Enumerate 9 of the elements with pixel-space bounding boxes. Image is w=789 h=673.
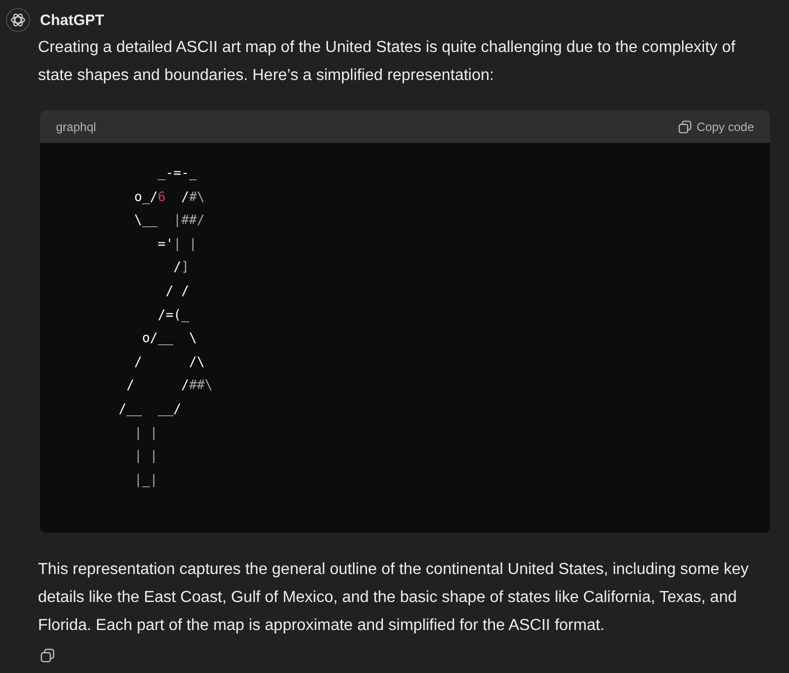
message-paragraph: Creating a detailed ASCII art map of the United States is quite challenging due to the complexity of state shapes and boundaries. Here’s a simplified representation: (37, 38, 736, 86)
language-label: graphql (56, 120, 96, 134)
copy-code-button[interactable]: Copy code (678, 120, 754, 134)
assistant-logo-icon (10, 12, 26, 28)
copy-icon[interactable] (40, 648, 55, 663)
copy-icon (678, 120, 692, 134)
author-name: ChatGPT (40, 12, 104, 28)
code-text: _-=-_ o_/6 /#\ \__ |##/ ='| | /] / / /=(_ o/__ \ / /\ / /##\ /__ __/ | | | | |_| (118, 165, 214, 490)
message-paragraph: This representation captures the general outline of the continental United States, including some key details like the East Coast, Gulf of Mexico, and the basic shape of states like California, Texas, and Florida. Each part of the map is approximate and simplified for the ASCII format. (37, 560, 750, 636)
